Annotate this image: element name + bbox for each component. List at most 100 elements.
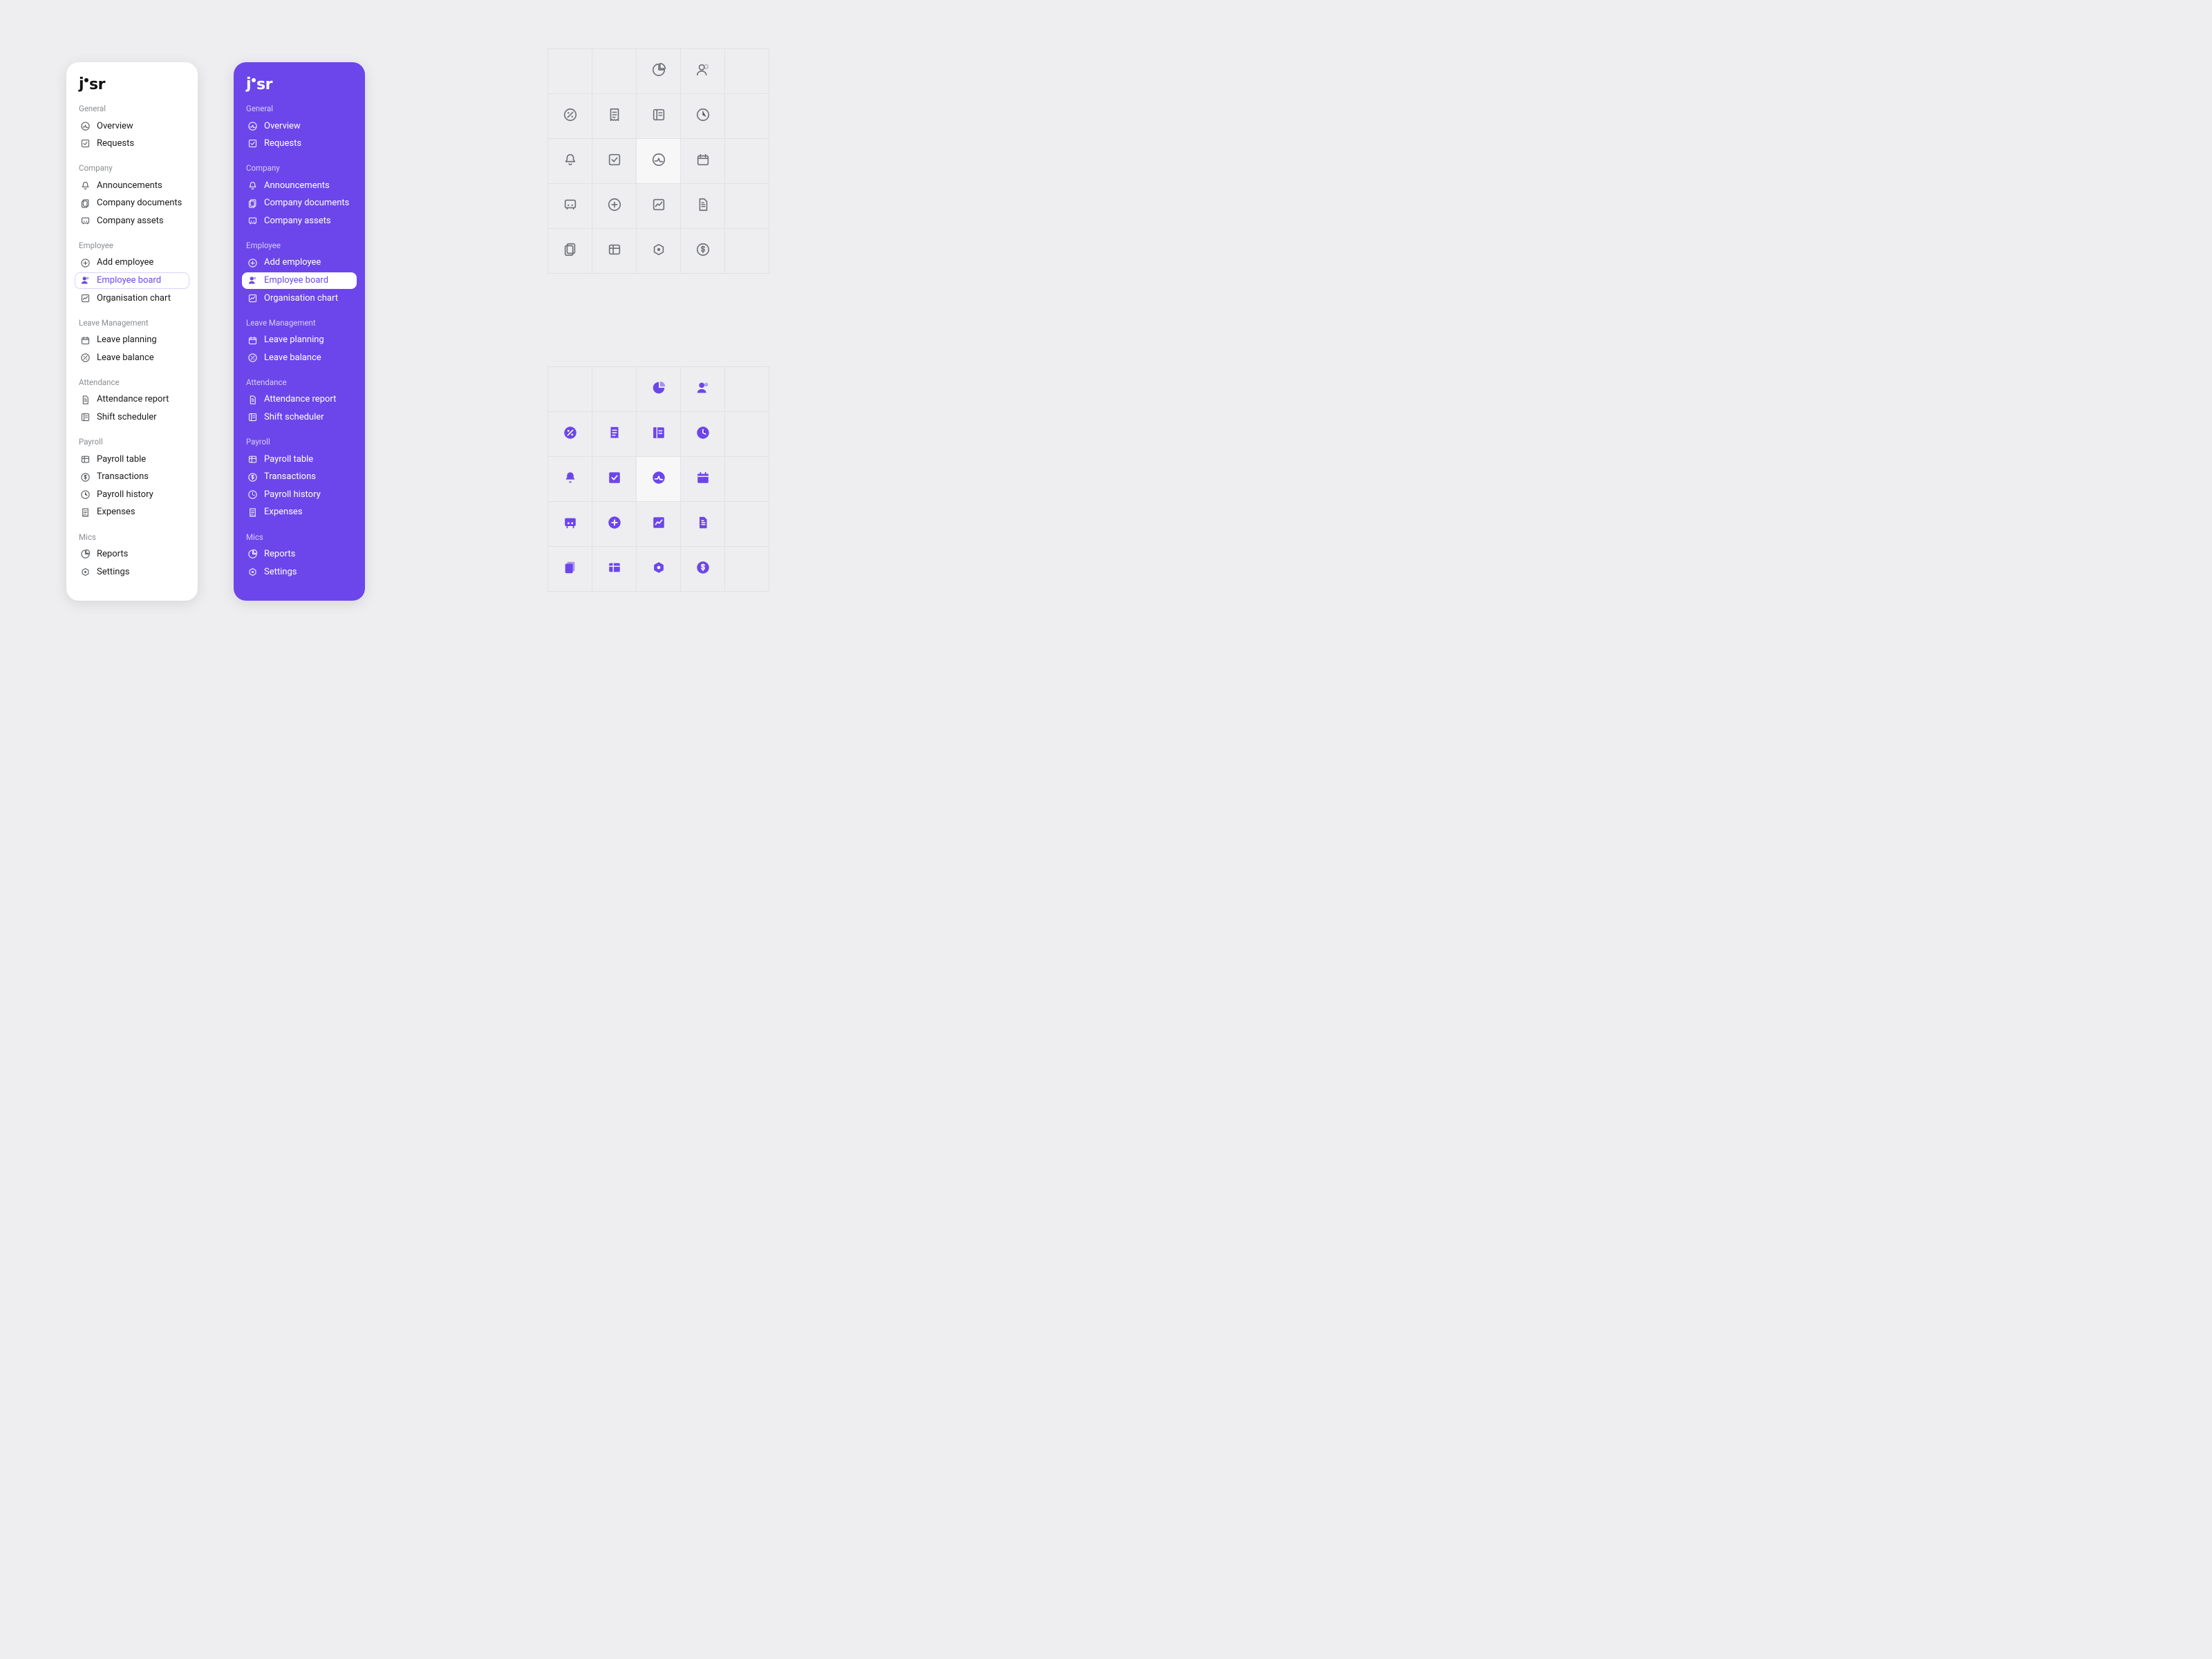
grid-cell-pie[interactable] [637,49,681,94]
clock-icon [80,489,91,500]
grid-cell-settings[interactable] [637,547,681,592]
nav-table[interactable]: Payroll table [75,451,189,468]
nav-file[interactable]: Attendance report [75,391,189,409]
pie-icon [80,549,91,559]
grid-cell-table[interactable] [592,229,637,274]
grid-cell-person[interactable] [681,367,725,412]
nav-schedule[interactable]: Shift scheduler [75,409,189,427]
grid-cell-blank [548,367,592,412]
grid-cell-percent[interactable] [548,412,592,457]
section-header: Employee [79,241,189,250]
nav-person[interactable]: Employee board [75,272,189,290]
grid-cell-add[interactable] [592,184,637,229]
grid-cell-blank [592,367,637,412]
nav-requests[interactable]: Requests [75,135,189,153]
grid-cell-schedule[interactable] [637,412,681,457]
dollar-icon [80,472,91,482]
grid-cell-clock[interactable] [681,412,725,457]
nav-bell[interactable]: Announcements [75,177,189,194]
grid-cell-calendar[interactable] [681,139,725,184]
nav-receipt[interactable]: Expenses [75,504,189,521]
grid-cell-overview[interactable] [637,457,681,502]
grid-cell-assets[interactable] [548,184,592,229]
nav-clock[interactable]: Payroll history [242,486,357,503]
icon-grid-outline [547,48,769,274]
grid-cell-person[interactable] [681,49,725,94]
grid-cell-assets[interactable] [548,502,592,547]
nav-label: Company assets [264,216,331,227]
nav-pie[interactable]: Reports [242,546,357,563]
nav-label: Payroll table [97,454,146,465]
nav-requests[interactable]: Requests [242,135,357,153]
nav-label: Shift scheduler [97,412,157,423]
nav-label: Payroll table [264,454,313,465]
schedule-icon [651,107,666,125]
grid-cell-schedule[interactable] [637,94,681,139]
grid-cell-docs[interactable] [548,547,592,592]
nav-label: Expenses [97,507,135,518]
nav-pie[interactable]: Reports [75,546,189,563]
grid-cell-dollar[interactable] [681,547,725,592]
nav-dollar[interactable]: Transactions [75,469,189,486]
person-icon [695,380,711,398]
grid-cell-clock[interactable] [681,94,725,139]
nav-docs[interactable]: Company documents [242,195,357,212]
docs-icon [80,198,91,209]
nav-docs[interactable]: Company documents [75,195,189,212]
nav-clock[interactable]: Payroll history [75,486,189,503]
grid-cell-bell[interactable] [548,457,592,502]
grid-cell-chart[interactable] [637,502,681,547]
nav-bell[interactable]: Announcements [242,177,357,194]
brand-logo: Jsr [246,77,357,93]
requests-icon [247,138,258,149]
nav-settings[interactable]: Settings [75,563,189,581]
calendar-icon [695,470,711,488]
nav-assets[interactable]: Company assets [75,212,189,229]
grid-cell-docs[interactable] [548,229,592,274]
section-header: Attendance [246,377,357,387]
nav-table[interactable]: Payroll table [242,451,357,468]
nav-chart[interactable]: Organisation chart [75,290,189,307]
grid-cell-file[interactable] [681,502,725,547]
nav-receipt[interactable]: Expenses [242,504,357,521]
grid-cell-overview[interactable] [637,139,681,184]
nav-calendar[interactable]: Leave planning [242,332,357,349]
nav-add[interactable]: Add employee [75,254,189,272]
nav-percent[interactable]: Leave balance [242,349,357,366]
grid-cell-bell[interactable] [548,139,592,184]
nav-schedule[interactable]: Shift scheduler [242,409,357,427]
grid-cell-receipt[interactable] [592,412,637,457]
nav-assets[interactable]: Company assets [242,212,357,229]
grid-cell-requests[interactable] [592,139,637,184]
clock-icon [695,107,711,125]
grid-cell-chart[interactable] [637,184,681,229]
add-icon [607,197,622,215]
percent-icon [80,353,91,363]
nav-calendar[interactable]: Leave planning [75,332,189,349]
nav-chart[interactable]: Organisation chart [242,290,357,307]
grid-cell-calendar[interactable] [681,457,725,502]
percent-icon [563,425,578,443]
grid-cell-dollar[interactable] [681,229,725,274]
grid-cell-settings[interactable] [637,229,681,274]
section-header: Company [246,163,357,173]
grid-cell-add[interactable] [592,502,637,547]
nav-person[interactable]: Employee board [242,272,357,290]
grid-cell-pie[interactable] [637,367,681,412]
grid-cell-requests[interactable] [592,457,637,502]
nav-file[interactable]: Attendance report [242,391,357,409]
chart-icon [80,293,91,303]
nav-overview[interactable]: Overview [75,118,189,135]
nav-dollar[interactable]: Transactions [242,469,357,486]
section-header: Leave Management [79,318,189,328]
grid-cell-receipt[interactable] [592,94,637,139]
grid-cell-percent[interactable] [548,94,592,139]
nav-percent[interactable]: Leave balance [75,349,189,366]
grid-cell-blank [725,412,769,457]
nav-add[interactable]: Add employee [242,254,357,272]
nav-settings[interactable]: Settings [242,563,357,581]
grid-cell-table[interactable] [592,547,637,592]
overview-icon [651,470,666,488]
nav-overview[interactable]: Overview [242,118,357,135]
grid-cell-file[interactable] [681,184,725,229]
